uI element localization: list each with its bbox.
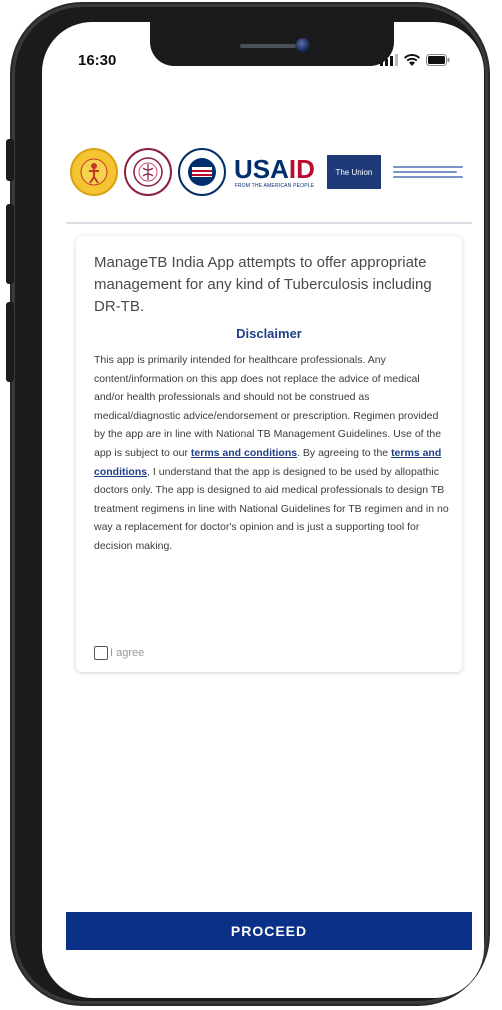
- phone-frame: 16:30 USAID FROM THE AMERICAN PEOPLE The…: [6, 4, 488, 1004]
- disclaimer-text-part3: , I understand that the app is designed …: [94, 465, 449, 552]
- status-time: 16:30: [78, 52, 117, 69]
- seal-emblem-icon: [133, 157, 163, 187]
- volume-up-button: [6, 204, 14, 284]
- volume-down-button: [6, 302, 14, 382]
- usaid-logo: USAID FROM THE AMERICAN PEOPLE: [234, 156, 315, 189]
- partner-logos: USAID FROM THE AMERICAN PEOPLE The Union: [70, 142, 470, 202]
- emblem-logo: [70, 148, 118, 196]
- front-camera-icon: [296, 38, 310, 52]
- agree-row[interactable]: I agree: [94, 646, 144, 660]
- usaid-seal-icon: [178, 148, 226, 196]
- agree-label: I agree: [110, 647, 145, 659]
- disclaimer-card: ManageTB India App attempts to offer app…: [76, 236, 462, 672]
- wifi-icon: [404, 54, 420, 66]
- disclaimer-title: Disclaimer: [236, 326, 302, 341]
- emblem-figure-icon: [80, 158, 108, 186]
- agree-checkbox[interactable]: [94, 646, 108, 660]
- speaker-grille: [240, 44, 296, 48]
- disclaimer-body: This app is primarily intended for healt…: [94, 351, 450, 556]
- mute-switch: [6, 139, 14, 181]
- notch: [150, 22, 394, 66]
- seal-logo: [124, 148, 172, 196]
- terms-link-1[interactable]: terms and conditions: [191, 447, 297, 459]
- header-divider: [66, 222, 472, 224]
- status-icons: [380, 54, 450, 66]
- the-union-fine-print: [392, 166, 463, 178]
- fine-print-line: [392, 176, 463, 178]
- fine-print-line: [392, 166, 463, 168]
- usaid-part-usa: USA: [234, 153, 289, 184]
- the-union-logo: The Union: [326, 155, 381, 189]
- signal-icon: [380, 54, 398, 66]
- disclaimer-text-part1: This app is primarily intended for healt…: [94, 354, 442, 459]
- usaid-part-id: ID: [288, 153, 315, 184]
- fine-print-line: [392, 171, 457, 173]
- proceed-button[interactable]: PROCEED: [66, 912, 472, 950]
- app-screen: 16:30 USAID FROM THE AMERICAN PEOPLE The…: [42, 22, 484, 998]
- usaid-tagline: FROM THE AMERICAN PEOPLE: [234, 182, 315, 189]
- disclaimer-text-part2: . By agreeing to the: [297, 446, 392, 459]
- intro-text: ManageTB India App attempts to offer app…: [94, 254, 432, 315]
- battery-icon: [426, 54, 450, 66]
- usaid-wordmark: USAID: [234, 156, 315, 182]
